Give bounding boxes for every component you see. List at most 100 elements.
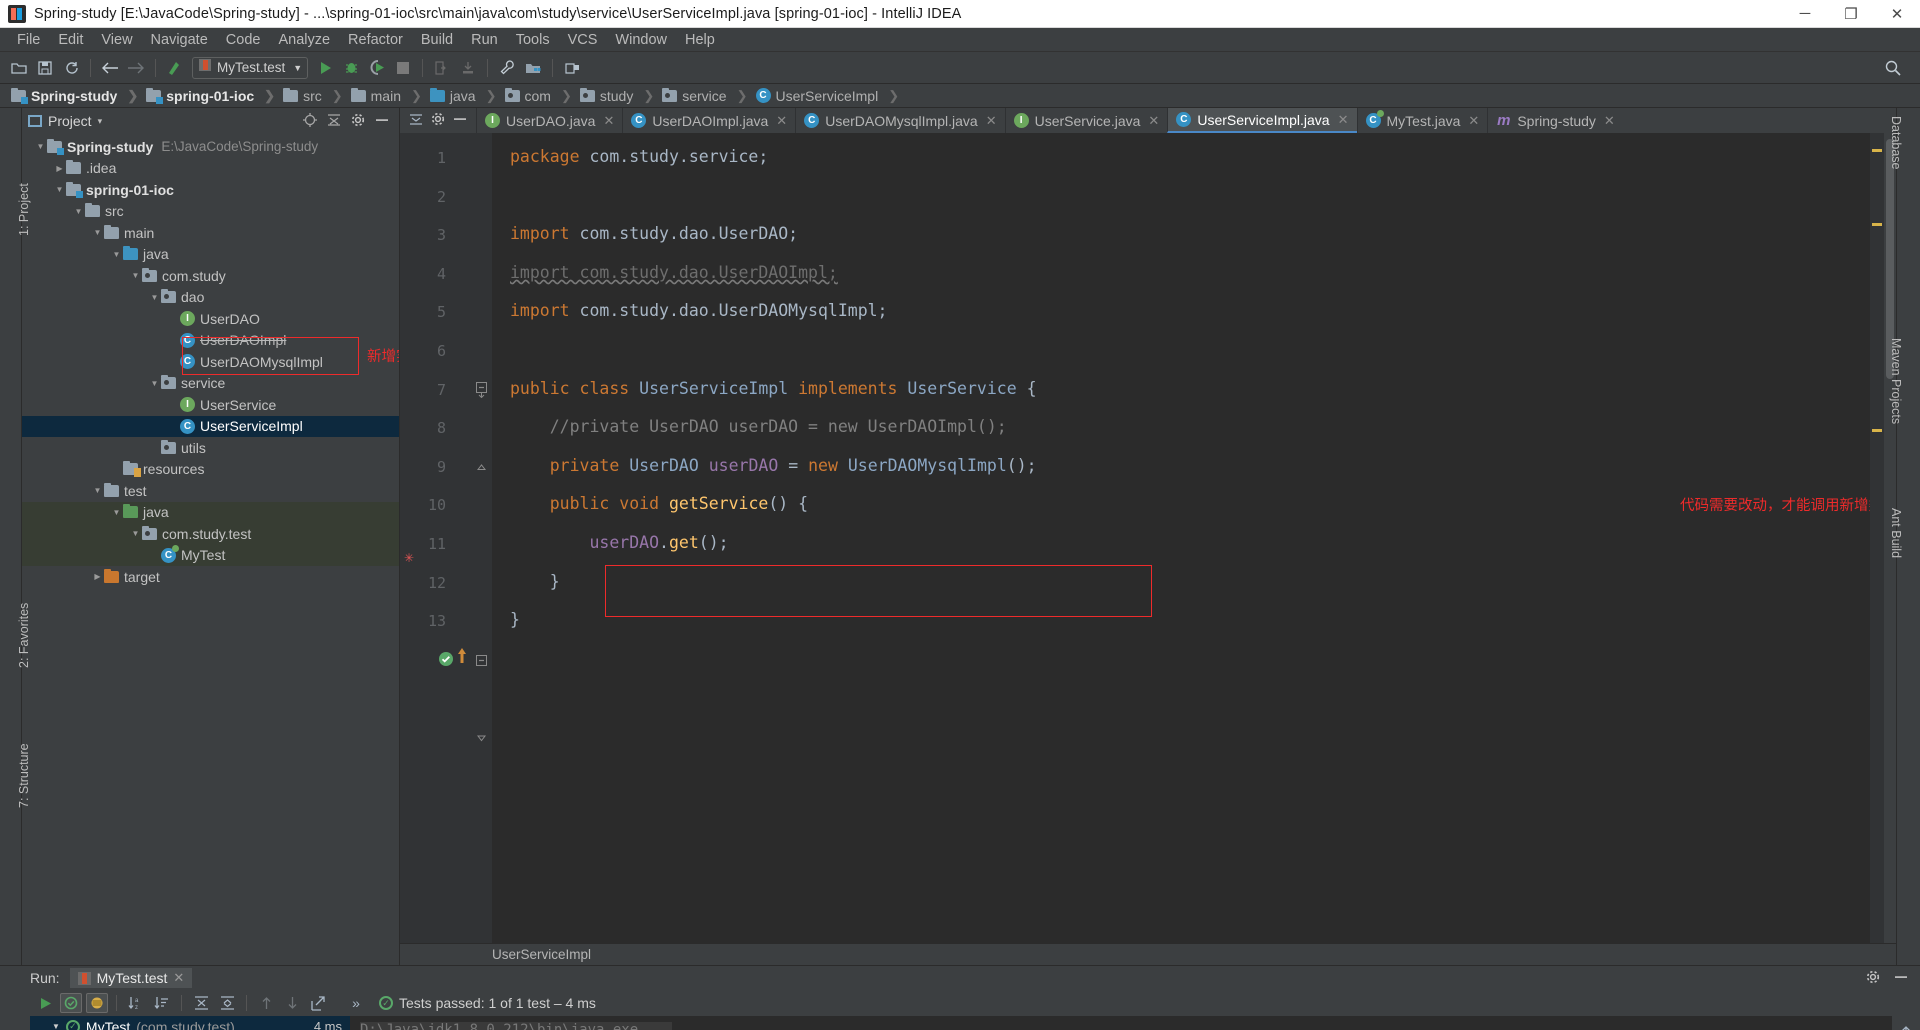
tree-node-userserviceimpl[interactable]: C UserServiceImpl [22, 415, 399, 437]
tree-node-java[interactable]: ▼ java [22, 244, 399, 266]
code-line-11[interactable]: userDAO.get(); [510, 534, 728, 552]
strip-item-database[interactable]: Database [1889, 116, 1903, 170]
tree-node-src[interactable]: ▼ src [22, 201, 399, 223]
collapse-all-icon[interactable] [216, 993, 238, 1013]
collapse-all-icon[interactable] [327, 113, 341, 130]
close-icon[interactable]: ✕ [1338, 112, 1349, 128]
hide-icon[interactable] [1894, 970, 1908, 987]
menu-item-analyze[interactable]: Analyze [269, 28, 339, 52]
override-gutter-icon[interactable] [456, 647, 468, 670]
code-line-7[interactable]: public class UserServiceImpl implements … [510, 380, 1037, 398]
code-line-8[interactable]: //private UserDAO userDAO = new UserDAOI… [510, 418, 1007, 436]
close-icon[interactable]: ✕ [1604, 113, 1615, 129]
code-line-9[interactable]: private UserDAO userDAO = new UserDAOMys… [510, 457, 1037, 475]
menu-item-vcs[interactable]: VCS [559, 28, 607, 52]
breadcrumb-item-java[interactable]: java ❯ [425, 84, 500, 108]
chevron-down-icon[interactable]: ▼ [129, 529, 142, 538]
chevron-down-icon[interactable]: ▼ [148, 293, 161, 302]
strip-item-ant[interactable]: Ant Build [1889, 508, 1903, 558]
sync-icon[interactable] [58, 56, 84, 80]
console-output[interactable]: D:\Java\jdk1.8.0_212\bin\java.exe ... 获取… [350, 1016, 1892, 1030]
sort-by-duration-icon[interactable] [151, 993, 173, 1013]
locate-icon[interactable] [303, 112, 317, 130]
show-ignored-tests-icon[interactable] [86, 993, 108, 1013]
debug-icon[interactable] [338, 56, 364, 80]
close-icon[interactable]: ✕ [173, 970, 184, 986]
tree-node-userdaomysqlimpl[interactable]: C UserDAOMysqlImpl [22, 351, 399, 373]
close-icon[interactable]: ✕ [986, 113, 997, 129]
chevron-down-icon[interactable]: ▾ [98, 116, 103, 127]
tree-node--idea[interactable]: ▶ .idea [22, 158, 399, 180]
menu-item-file[interactable]: File [8, 28, 49, 52]
navigate-forward-icon[interactable] [123, 56, 149, 80]
hide-icon[interactable] [450, 112, 470, 129]
tree-node-userservice[interactable]: I UserService [22, 394, 399, 416]
fold-marker-5[interactable] [476, 459, 487, 477]
code-line-10[interactable]: public void getService() { [510, 496, 808, 513]
tree-node-utils[interactable]: utils [22, 437, 399, 459]
tree-node-mytest[interactable]: C MyTest [22, 544, 399, 566]
code-text[interactable]: package com.study.service; import com.stu… [492, 133, 1870, 943]
editor-tab-userdaomysqlimpl-java[interactable]: C UserDAOMysqlImpl.java ✕ [795, 108, 1005, 133]
run-with-coverage-icon[interactable] [364, 56, 390, 80]
maximize-button[interactable]: ❐ [1828, 0, 1874, 27]
code-line-13[interactable]: } [510, 611, 520, 629]
chevron-down-icon[interactable]: ▼ [293, 63, 302, 73]
menu-item-navigate[interactable]: Navigate [142, 28, 217, 52]
search-everywhere-icon[interactable] [1880, 56, 1906, 80]
chevron-down-icon[interactable]: ▼ [72, 207, 85, 216]
chevron-down-icon[interactable]: ▼ [52, 1022, 60, 1030]
navigate-back-icon[interactable] [97, 56, 123, 80]
chevron-down-icon[interactable]: ▼ [34, 142, 47, 151]
chevron-down-icon[interactable]: ▼ [110, 508, 123, 517]
chevron-down-icon[interactable]: ▼ [148, 379, 161, 388]
chevron-right-icon[interactable]: ▶ [53, 164, 66, 173]
editor-tab-userservice-java[interactable]: I UserService.java ✕ [1004, 108, 1168, 133]
chevron-down-icon[interactable]: ▼ [91, 486, 104, 495]
save-all-icon[interactable] [32, 56, 58, 80]
editor-tab-userdaoimpl-java[interactable]: C UserDAOImpl.java ✕ [622, 108, 796, 133]
error-marker-icon[interactable]: ✳ [404, 551, 414, 565]
breadcrumb-item-service[interactable]: service ❯ [657, 84, 750, 108]
close-icon[interactable]: ✕ [603, 113, 614, 129]
breadcrumb-item-study[interactable]: study ❯ [575, 84, 657, 108]
menu-item-window[interactable]: Window [606, 28, 676, 52]
breadcrumb-item-spring-01-ioc[interactable]: spring-01-ioc ❯ [141, 84, 278, 108]
breadcrumb-item-main[interactable]: main ❯ [346, 84, 425, 108]
tree-node-userdao[interactable]: I UserDAO [22, 308, 399, 330]
menu-item-run[interactable]: Run [462, 28, 507, 52]
code-editor[interactable]: ✳ 1 2 3 4 5 6 7 8 9 10 11 12 13 package com.study.se… [400, 133, 1896, 943]
breadcrumb-item-src[interactable]: src ❯ [278, 84, 346, 108]
close-button[interactable]: ✕ [1874, 0, 1920, 27]
menu-item-refactor[interactable]: Refactor [339, 28, 412, 52]
stop-icon[interactable] [390, 56, 416, 80]
breadcrumb-item-com[interactable]: com ❯ [500, 84, 575, 108]
close-icon[interactable]: ✕ [776, 113, 787, 129]
settings-icon[interactable] [428, 112, 448, 129]
menu-item-build[interactable]: Build [412, 28, 462, 52]
editor-tab-mytest-java[interactable]: C MyTest.java ✕ [1356, 108, 1488, 133]
show-passed-tests-icon[interactable] [60, 993, 82, 1013]
editor-tab-userserviceimpl-java[interactable]: C UserServiceImpl.java ✕ [1167, 108, 1357, 133]
tree-node-target[interactable]: ▶ target [22, 566, 399, 588]
fold-marker-10[interactable] [476, 653, 487, 671]
settings-icon[interactable] [1866, 970, 1880, 987]
close-icon[interactable]: ✕ [1468, 113, 1479, 129]
tree-node-test[interactable]: ▼ test [22, 480, 399, 502]
menu-item-code[interactable]: Code [217, 28, 270, 52]
export-test-results-icon[interactable] [307, 993, 329, 1013]
editor-marker-bar[interactable] [1870, 133, 1884, 943]
fold-marker-3[interactable] [476, 382, 487, 403]
run-tab-mytest[interactable]: MyTest.test ✕ [69, 968, 193, 988]
project-tree[interactable]: ▼ Spring-study E:\JavaCode\Spring-study ▶ .i… [22, 134, 399, 965]
scroll-up-icon[interactable] [1899, 1024, 1913, 1030]
tree-node-resources[interactable]: resources [22, 459, 399, 481]
editor-tab-userdao-java[interactable]: I UserDAO.java ✕ [476, 108, 623, 133]
run-configuration-selector[interactable]: MyTest.test ▼ [192, 56, 309, 79]
chevron-down-icon[interactable]: ▼ [129, 271, 142, 280]
run-test-gutter-icon[interactable] [438, 651, 454, 672]
breadcrumb-item-userserviceimpl[interactable]: C UserServiceImpl ❯ [751, 84, 903, 108]
menu-item-tools[interactable]: Tools [507, 28, 559, 52]
tree-node-com-study-test[interactable]: ▼ com.study.test [22, 523, 399, 545]
code-line-4[interactable]: import com.study.dao.UserDAOImpl; [510, 264, 838, 282]
